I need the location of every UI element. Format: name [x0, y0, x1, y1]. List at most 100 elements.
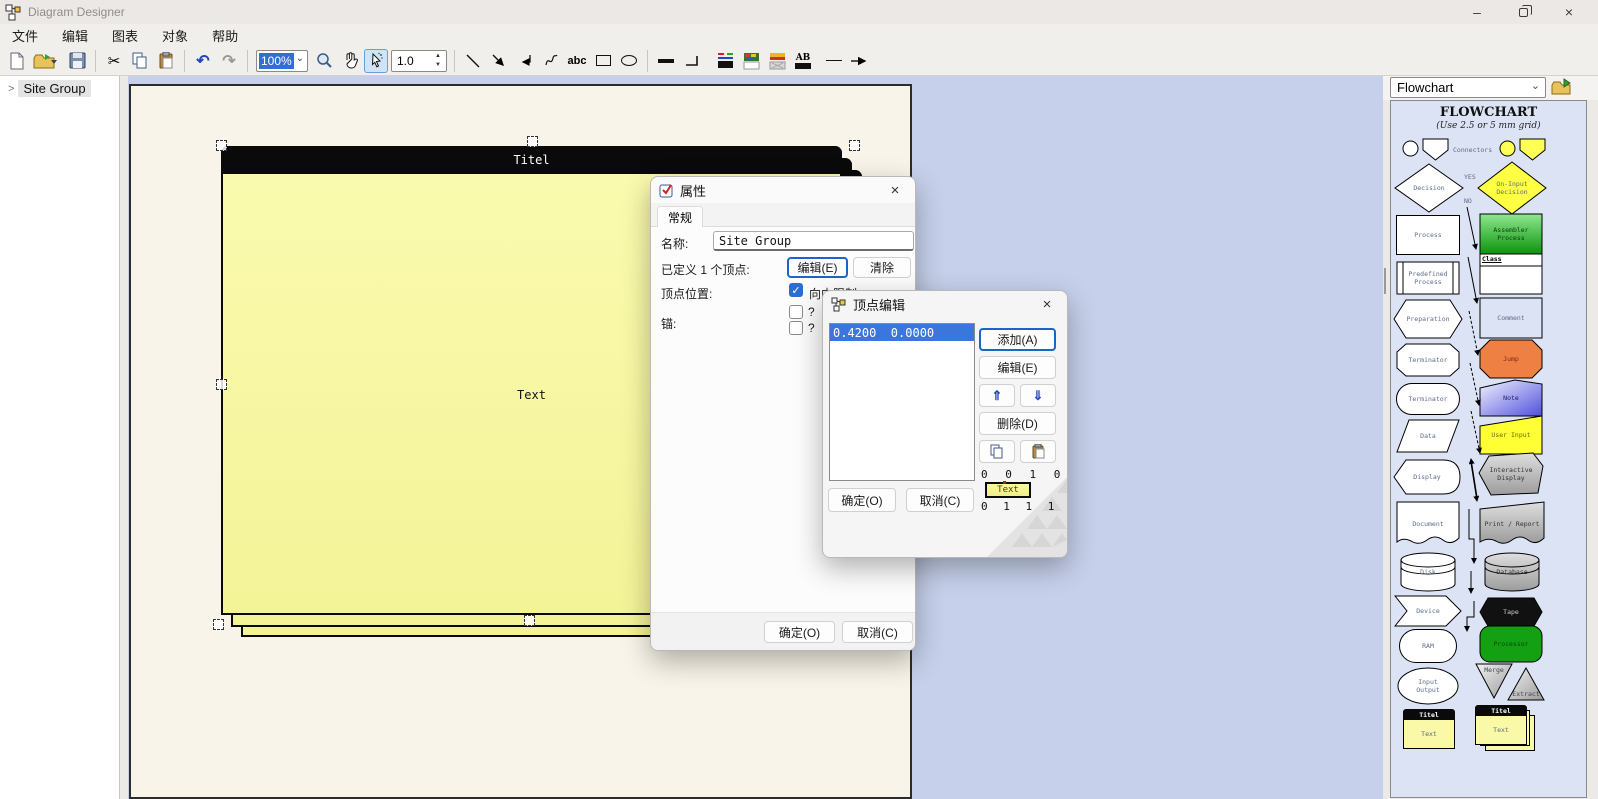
vertex-delete-button[interactable]: 删除(D) [979, 412, 1056, 435]
redo-button[interactable]: ↷ [217, 49, 241, 73]
polyline-icon [521, 55, 531, 66]
pan-tool-button[interactable] [338, 49, 362, 73]
tree-splitter[interactable] [121, 76, 128, 799]
cursor-icon [371, 52, 383, 68]
palette-splitter-grip[interactable] [1384, 268, 1386, 294]
shadow-color-button[interactable] [765, 49, 789, 73]
vertex-edit-button[interactable]: 编辑(E) [979, 356, 1056, 379]
properties-cancel-button[interactable]: 取消(C) [842, 621, 913, 643]
copy-button[interactable] [128, 49, 152, 73]
line-width-spinner[interactable]: 1.0 ▲ ▼ [391, 49, 447, 72]
line-icon [466, 54, 479, 68]
selection-handle-bottom-middle[interactable] [524, 615, 535, 626]
vertex-copy-button[interactable] [979, 440, 1015, 463]
line-tool-button[interactable] [461, 49, 485, 73]
edit-vertices-button[interactable]: 编辑(E) [787, 257, 848, 278]
properties-close-button[interactable]: × [875, 177, 915, 203]
corner-icon [685, 56, 698, 66]
clear-vertices-button[interactable]: 清除 [853, 257, 911, 278]
corner-style-button[interactable] [680, 49, 704, 73]
vertex-list[interactable]: 0.4200 0.0000 [829, 323, 975, 481]
tree-item-site-group[interactable]: > Site Group [0, 80, 119, 97]
line-style-button[interactable] [654, 49, 678, 73]
selection-handle-top-middle[interactable] [527, 136, 538, 147]
spin-down-button[interactable]: ▼ [431, 61, 445, 70]
save-button[interactable] [65, 49, 89, 73]
menu-bar: 文件 编辑 图表 对象 帮助 [0, 24, 1598, 46]
vertex-paste-button[interactable] [1020, 440, 1056, 463]
palette-open-button[interactable] [1551, 77, 1573, 100]
vertex-add-button[interactable]: 添加(A) [979, 328, 1056, 351]
open-template-folder-icon [1551, 78, 1571, 95]
app-window: Diagram Designer – × 文件 编辑 图表 对象 帮助 ✂ ↶ … [0, 0, 1598, 799]
vertex-move-down-button[interactable]: ⇓ [1020, 384, 1056, 407]
tree-item-label[interactable]: Site Group [18, 80, 91, 97]
pointer-tool-button[interactable] [364, 48, 388, 73]
fill-color-icon [743, 52, 759, 69]
vertex-dialog-titlebar[interactable]: 顶点编辑 × [823, 291, 1067, 317]
anchor-checkbox-1[interactable] [789, 305, 803, 319]
zoom-tool-button[interactable] [312, 49, 336, 73]
ellipse-tool-button[interactable] [617, 49, 641, 73]
tree-expand-icon[interactable]: > [8, 83, 14, 95]
toolbar: ✂ ↶ ↷ 100% ⌄ 1.0 ▲ ▼ abc AB [0, 46, 1598, 76]
vertex-move-up-button[interactable]: ⇑ [979, 384, 1015, 407]
vertex-position-label: 顶点位置: [661, 287, 713, 301]
undo-button[interactable]: ↶ [191, 49, 215, 73]
vertex-dialog-title: 顶点编辑 [853, 297, 906, 313]
rectangle-tool-button[interactable] [591, 49, 615, 73]
properties-ok-button[interactable]: 确定(O) [764, 621, 835, 643]
minimize-button[interactable]: – [1454, 0, 1500, 24]
new-file-button[interactable] [5, 49, 29, 73]
properties-dialog-titlebar[interactable]: 属性 × [651, 177, 915, 203]
copy-icon [132, 52, 147, 69]
vertex-close-button[interactable]: × [1027, 291, 1067, 317]
close-icon: × [890, 181, 900, 199]
hand-icon [345, 52, 358, 69]
menu-file[interactable]: 文件 [0, 24, 50, 47]
name-label: 名称: [661, 237, 689, 251]
title-bar[interactable]: Diagram Designer – × [0, 0, 1598, 24]
open-file-button[interactable] [31, 49, 63, 73]
thin-line-button[interactable] [822, 49, 846, 73]
menu-diagram[interactable]: 图表 [100, 24, 150, 47]
cut-button[interactable]: ✂ [102, 49, 126, 73]
selection-handle-top-right[interactable] [849, 140, 860, 151]
restore-button[interactable] [1500, 0, 1546, 24]
save-floppy-icon [69, 52, 85, 69]
palette-connector-arrows [1464, 206, 1482, 632]
text-color-button[interactable]: AB [791, 49, 815, 73]
object-tree-panel: > Site Group [0, 76, 120, 799]
close-button[interactable]: × [1546, 0, 1592, 24]
spin-up-button[interactable]: ▲ [431, 52, 445, 61]
curve-tool-button[interactable] [539, 49, 563, 73]
menu-help[interactable]: 帮助 [200, 24, 250, 47]
zoom-combobox[interactable]: 100% ⌄ [256, 49, 308, 72]
selection-handle-bottom-left[interactable] [213, 619, 224, 630]
arrow-line-tool-button[interactable] [487, 49, 511, 73]
line-color-button[interactable] [713, 49, 737, 73]
arrow-end-button[interactable] [848, 49, 872, 73]
vertex-preview-marker [1003, 481, 1006, 484]
selection-handle-top-left[interactable] [216, 140, 227, 151]
menu-edit[interactable]: 编辑 [50, 24, 100, 47]
vertex-list-item-selected[interactable]: 0.4200 0.0000 [830, 324, 974, 341]
polyline-tool-button[interactable] [513, 49, 537, 73]
toolbar-separator [454, 49, 455, 72]
vertex-ok-button[interactable]: 确定(O) [828, 488, 896, 512]
menu-object[interactable]: 对象 [150, 24, 200, 47]
palette-selector[interactable]: Flowchart ⌄ [1390, 77, 1546, 98]
selection-handle-middle-left[interactable] [216, 379, 227, 390]
name-field[interactable] [713, 231, 914, 251]
inward-limit-checkbox[interactable]: ✓ [789, 283, 803, 297]
toolbar-separator [184, 49, 185, 72]
paste-icon [1032, 444, 1044, 459]
text-tool-button[interactable]: abc [565, 49, 589, 73]
tab-general[interactable]: 常规 [657, 206, 703, 227]
toolbar-separator [247, 49, 248, 72]
anchor-checkbox-2[interactable] [789, 321, 803, 335]
paste-button[interactable] [154, 49, 178, 73]
line-width-value: 1.0 [397, 53, 414, 68]
fill-color-button[interactable] [739, 49, 763, 73]
vertex-cancel-button[interactable]: 取消(C) [906, 488, 974, 512]
